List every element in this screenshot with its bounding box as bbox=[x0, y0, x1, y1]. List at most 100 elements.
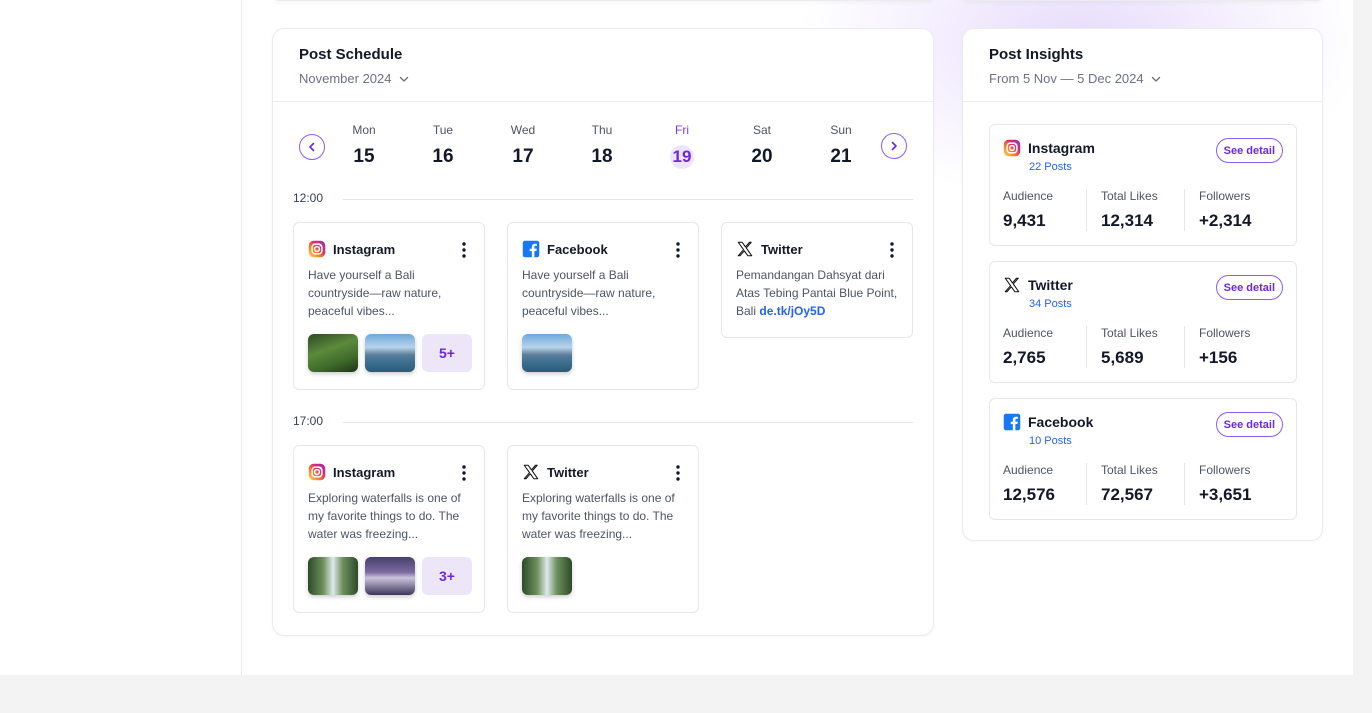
more-options-button[interactable] bbox=[462, 465, 466, 481]
caption-text: Have yourself a Bali countryside—raw nat… bbox=[308, 268, 442, 318]
post-caption: Pemandangan Dahsyat dari Atas Tebing Pan… bbox=[736, 266, 904, 320]
rice-terrace-photo[interactable] bbox=[308, 334, 358, 372]
post-platform: Instagram bbox=[308, 240, 395, 258]
see-detail-button[interactable]: See detail bbox=[1215, 138, 1283, 163]
metric-value: 5,689 bbox=[1101, 348, 1144, 367]
post-thumbnails bbox=[522, 334, 572, 372]
platform-name: Twitter bbox=[761, 241, 803, 257]
see-detail-button[interactable]: See detail bbox=[1215, 275, 1283, 300]
day-wed[interactable]: Wed 17 bbox=[493, 123, 553, 169]
metric-label: Followers bbox=[1199, 189, 1251, 203]
chevron-left-icon bbox=[309, 142, 315, 152]
more-options-button[interactable] bbox=[676, 242, 680, 258]
post-card[interactable]: Twitter Pemandangan Dahsyat dari Atas Teb… bbox=[721, 222, 913, 338]
month-selector[interactable]: November 2024 bbox=[299, 71, 410, 86]
chevron-right-icon bbox=[891, 141, 897, 151]
day-name: Fri bbox=[675, 123, 689, 137]
time-divider bbox=[343, 422, 913, 423]
metric-label: Followers bbox=[1199, 463, 1251, 477]
post-platform: Twitter bbox=[522, 463, 589, 481]
day-name: Sun bbox=[830, 123, 852, 137]
day-name: Wed bbox=[510, 123, 536, 137]
more-vertical-icon bbox=[676, 242, 680, 258]
insight-card-facebook: Facebook 10 Posts See detail Audience 12,576… bbox=[989, 398, 1297, 520]
day-number: 15 bbox=[353, 146, 375, 167]
post-caption: Exploring waterfalls is one of my favori… bbox=[522, 489, 690, 543]
post-link[interactable]: de.tk/jOy5D bbox=[759, 304, 825, 318]
post-card[interactable]: Instagram Have yourself a Bali countrysid… bbox=[293, 222, 485, 390]
post-count: 22 Posts bbox=[1029, 161, 1072, 173]
waterfall-photo[interactable] bbox=[308, 557, 358, 595]
time-label: 12:00 bbox=[293, 191, 324, 205]
day-fri[interactable]: Fri 19 bbox=[652, 123, 712, 169]
post-insights-title: Post Insights bbox=[989, 46, 1084, 63]
day-thu[interactable]: Thu 18 bbox=[572, 123, 632, 169]
post-count: 34 Posts bbox=[1029, 298, 1072, 310]
facebook-icon bbox=[522, 240, 540, 258]
metric-value: 12,314 bbox=[1101, 211, 1153, 230]
more-media-count[interactable]: 5+ bbox=[422, 334, 472, 372]
waterfall-photo[interactable] bbox=[522, 557, 572, 595]
day-number: 20 bbox=[751, 146, 773, 167]
post-platform: Instagram bbox=[308, 463, 395, 481]
caption-text: Exploring waterfalls is one of my favori… bbox=[308, 491, 461, 541]
day-number: 21 bbox=[830, 146, 852, 167]
platform-name: Instagram bbox=[333, 464, 396, 480]
day-name: Mon bbox=[352, 123, 376, 137]
metric-followers: Followers +156 bbox=[1199, 326, 1250, 368]
post-card[interactable]: Twitter Exploring waterfalls is one of my… bbox=[507, 445, 699, 613]
temple-lake-photo[interactable] bbox=[365, 334, 415, 372]
metric-likes: Total Likes 12,314 bbox=[1101, 189, 1158, 231]
platform-name: Instagram bbox=[1028, 140, 1095, 156]
day-number: 19 bbox=[670, 145, 694, 169]
day-number: 18 bbox=[591, 146, 613, 167]
date-range-label: From 5 Nov — 5 Dec 2024 bbox=[989, 71, 1144, 86]
day-number: 17 bbox=[512, 146, 534, 167]
metric-label: Followers bbox=[1199, 326, 1251, 340]
metric-label: Audience bbox=[1003, 326, 1054, 340]
more-media-count[interactable]: 3+ bbox=[422, 557, 472, 595]
metric-label: Total Likes bbox=[1101, 326, 1158, 340]
metric-value: +156 bbox=[1199, 348, 1238, 367]
metric-value: +2,314 bbox=[1199, 211, 1252, 230]
x-icon bbox=[736, 240, 754, 258]
card-divider bbox=[963, 101, 1322, 102]
post-thumbnails: 5+ bbox=[308, 334, 472, 372]
platform-name: Twitter bbox=[547, 464, 589, 480]
next-week-button[interactable] bbox=[881, 133, 907, 159]
post-card[interactable]: Facebook Have yourself a Bali countryside… bbox=[507, 222, 699, 390]
post-platform: Twitter bbox=[736, 240, 803, 258]
see-detail-button[interactable]: See detail bbox=[1215, 412, 1283, 437]
metric-value: 12,576 bbox=[1003, 485, 1055, 504]
more-vertical-icon bbox=[462, 242, 466, 258]
day-sun[interactable]: Sun 21 bbox=[811, 123, 871, 169]
more-options-button[interactable] bbox=[462, 242, 466, 258]
post-caption: Have yourself a Bali countryside—raw nat… bbox=[522, 266, 690, 320]
post-caption: Have yourself a Bali countryside—raw nat… bbox=[308, 266, 476, 320]
prev-week-button[interactable] bbox=[299, 134, 325, 160]
caption-text: Have yourself a Bali countryside—raw nat… bbox=[522, 268, 656, 318]
waterfall-dusk-photo[interactable] bbox=[365, 557, 415, 595]
metric-separator bbox=[1184, 189, 1185, 231]
day-mon[interactable]: Mon 15 bbox=[334, 123, 394, 169]
more-options-button[interactable] bbox=[890, 242, 894, 258]
month-label: November 2024 bbox=[299, 71, 392, 86]
more-options-button[interactable] bbox=[676, 465, 680, 481]
post-thumbnails bbox=[522, 557, 572, 595]
app-area: Post Schedule November 2024 Mon 15 Tue 16 We… bbox=[0, 0, 1353, 675]
platform-name: Twitter bbox=[1028, 277, 1073, 293]
post-card[interactable]: Instagram Exploring waterfalls is one of … bbox=[293, 445, 485, 613]
day-number: 16 bbox=[432, 146, 454, 167]
more-vertical-icon bbox=[890, 242, 894, 258]
date-range-selector[interactable]: From 5 Nov — 5 Dec 2024 bbox=[989, 71, 1162, 86]
day-sat[interactable]: Sat 20 bbox=[732, 123, 792, 169]
time-divider bbox=[343, 199, 913, 200]
day-tue[interactable]: Tue 16 bbox=[413, 123, 473, 169]
metric-audience: Audience 12,576 bbox=[1003, 463, 1055, 505]
temple-lake-photo[interactable] bbox=[522, 334, 572, 372]
sidebar bbox=[0, 0, 242, 675]
main-content: Post Schedule November 2024 Mon 15 Tue 16 We… bbox=[242, 0, 1353, 675]
more-vertical-icon bbox=[676, 465, 680, 481]
time-label: 17:00 bbox=[293, 414, 324, 428]
platform-name: Facebook bbox=[547, 241, 608, 257]
